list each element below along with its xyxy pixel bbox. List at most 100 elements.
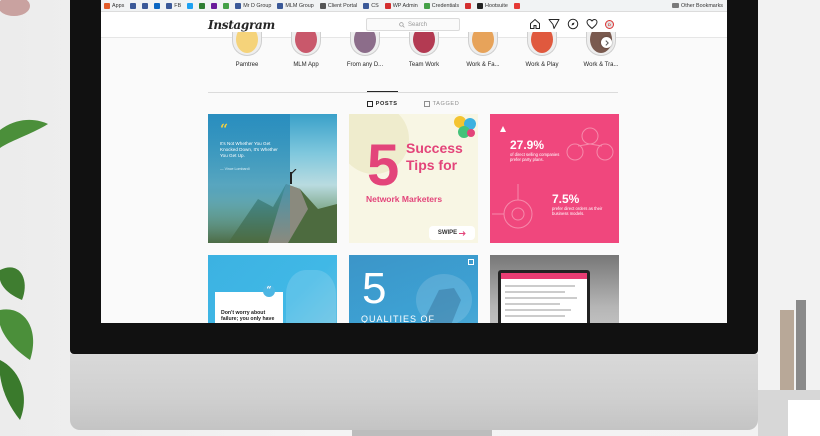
- post-laptop-app[interactable]: [490, 255, 619, 323]
- highlights-next-button[interactable]: [601, 37, 612, 48]
- tab-posts[interactable]: POSTS: [366, 91, 398, 110]
- posts-grid: “ It's Not Whether You Get Knocked Down,…: [208, 114, 620, 323]
- highlight-cover: [232, 32, 262, 56]
- bookmark-item[interactable]: [223, 2, 230, 9]
- quote-card-text: Don't worry about failure; you only have: [221, 310, 275, 322]
- bookmark-favicon-icon: [199, 2, 206, 9]
- highlight-image: [472, 32, 494, 53]
- story-highlight[interactable]: Work & Fa...: [462, 32, 504, 68]
- bookmark-item[interactable]: Apps: [104, 2, 125, 9]
- bookmark-favicon-icon: [513, 2, 520, 9]
- laptop-screen-header: [501, 273, 587, 279]
- post-five-qualities[interactable]: 5 QUALITIES OF: [349, 255, 478, 323]
- tips-line-3: Network Marketers: [366, 194, 443, 204]
- quote-mark-icon: “: [220, 122, 229, 138]
- search-input[interactable]: Search: [366, 18, 460, 31]
- highlight-image: [295, 32, 317, 53]
- bookmark-item[interactable]: Mr D Group: [235, 2, 271, 9]
- highlight-label: Pamtree: [235, 62, 259, 68]
- bookmark-favicon-icon: [465, 2, 472, 9]
- stat-2-text: prefer direct orders as their business m…: [552, 206, 603, 216]
- highlight-cover: [409, 32, 439, 56]
- other-bookmarks-label: Other Bookmarks: [681, 2, 723, 9]
- bookmark-label: Hootsuite: [485, 2, 508, 9]
- monitor-stand: [352, 430, 492, 436]
- bookmark-item[interactable]: [142, 2, 149, 9]
- direct-message-icon[interactable]: [548, 18, 560, 30]
- highlight-label: Work & Play: [525, 62, 559, 68]
- bookmark-item[interactable]: FB: [166, 2, 182, 9]
- qualities-text: QUALITIES OF: [361, 314, 436, 323]
- bookmark-item[interactable]: Credentials: [423, 2, 459, 9]
- carousel-icon: [468, 259, 474, 265]
- bookmark-favicon-icon: [319, 2, 326, 9]
- bookmark-item[interactable]: [154, 2, 161, 9]
- arrow-right-icon: [459, 230, 466, 236]
- story-highlights: Pamtree MLM App From any D... Team Work Work…: [226, 32, 622, 68]
- bookmark-label: WP Admin: [392, 2, 418, 9]
- stat-1-value: 27.9%: [510, 138, 545, 152]
- folder-icon: [672, 3, 680, 8]
- story-highlight[interactable]: Work & Tra...: [580, 32, 622, 68]
- bookmark-item[interactable]: [199, 2, 206, 9]
- bookmark-favicon-icon: [166, 2, 173, 9]
- person-silhouette: [286, 270, 336, 323]
- laptop-screen-row: [505, 297, 577, 299]
- instagram-logo[interactable]: Instagram: [208, 18, 275, 32]
- swipe-label: SWIPE: [437, 230, 458, 236]
- home-icon[interactable]: [529, 18, 541, 30]
- post-success-tips[interactable]: 5 Success Tips for Network Marketers SWI…: [349, 114, 478, 243]
- post-motivation-quote[interactable]: “ It's Not Whether You Get Knocked Down,…: [208, 114, 337, 243]
- tips-line-2: Tips for: [406, 157, 458, 173]
- explore-icon[interactable]: [567, 18, 579, 30]
- highlight-cover: [527, 32, 557, 56]
- story-highlight[interactable]: From any D...: [344, 32, 386, 68]
- bookmark-item[interactable]: WP Admin: [384, 2, 418, 9]
- heart-icon[interactable]: [586, 18, 598, 30]
- header-icons: D: [529, 18, 614, 30]
- bookmark-item[interactable]: [513, 2, 520, 9]
- bookmark-item[interactable]: [465, 2, 472, 9]
- bookmark-item[interactable]: MLM Group: [277, 2, 314, 9]
- highlight-cover: [350, 32, 380, 56]
- bookmark-favicon-icon: [142, 2, 149, 9]
- logo-icon: [500, 126, 506, 132]
- highlight-image: [236, 32, 258, 53]
- highlight-image: [354, 32, 376, 53]
- highlight-label: Work & Fa...: [466, 62, 500, 68]
- stat-1-text: of direct selling companies prefer party…: [510, 152, 560, 162]
- highlight-cover: [468, 32, 498, 56]
- story-highlight[interactable]: Pamtree: [226, 32, 268, 68]
- bookmark-item[interactable]: Client Portal: [319, 2, 358, 9]
- stat-2-value: 7.5%: [552, 192, 580, 206]
- highlight-label: MLM App: [293, 62, 319, 68]
- highlight-label: Team Work: [408, 62, 440, 68]
- qualities-number: 5: [362, 264, 387, 313]
- bookmark-label: MLM Group: [285, 2, 314, 9]
- laptop-screen-row: [505, 291, 565, 293]
- highlight-image: [413, 32, 435, 53]
- story-highlight[interactable]: Team Work: [403, 32, 445, 68]
- bookmark-item[interactable]: [211, 2, 218, 9]
- bookmark-item[interactable]: Hootsuite: [477, 2, 508, 9]
- laptop-screen-row: [505, 303, 560, 305]
- other-bookmarks[interactable]: Other Bookmarks: [672, 3, 727, 9]
- highlight-label: Work & Tra...: [583, 62, 619, 68]
- bookmark-favicon-icon: [187, 2, 194, 9]
- swipe-badge: SWIPE: [429, 226, 475, 240]
- bookmarks-bar: Apps FB Mr D Group MLM Group Client Portal CS…: [101, 0, 727, 12]
- bookmark-item[interactable]: [187, 2, 194, 9]
- browser-screen: Apps FB Mr D Group MLM Group Client Portal CS…: [101, 0, 727, 323]
- bookmark-label: Apps: [112, 2, 125, 9]
- bookmark-item[interactable]: [130, 2, 137, 9]
- story-highlight[interactable]: MLM App: [285, 32, 327, 68]
- story-highlight[interactable]: Work & Play: [521, 32, 563, 68]
- profile-avatar[interactable]: D: [605, 19, 614, 29]
- bookmark-item[interactable]: CS: [363, 2, 379, 9]
- post-direct-selling-stats[interactable]: 27.9% of direct selling companies prefer…: [490, 114, 619, 243]
- highlight-label: From any D...: [346, 62, 384, 68]
- tab-tagged[interactable]: TAGGED: [423, 92, 460, 110]
- bookmark-label: FB: [174, 2, 182, 9]
- post-failure-quote[interactable]: “ Don't worry about failure; you only ha…: [208, 255, 337, 323]
- bookmark-label: Client Portal: [327, 2, 358, 9]
